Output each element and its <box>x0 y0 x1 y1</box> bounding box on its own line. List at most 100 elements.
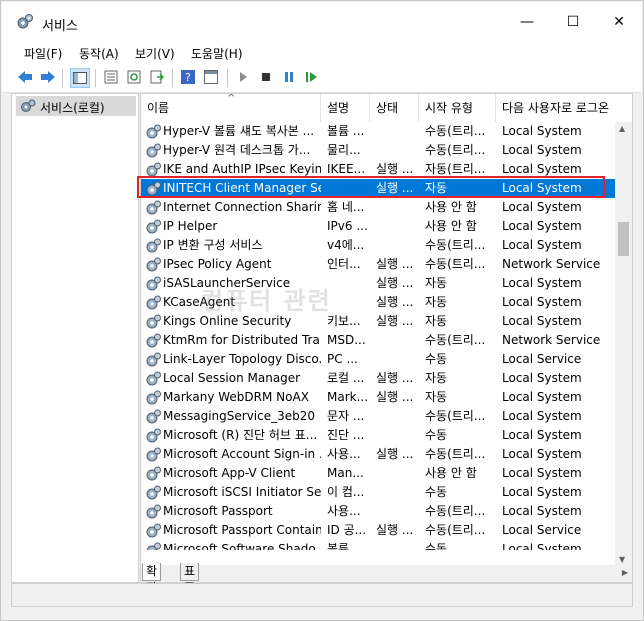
table-row[interactable]: Microsoft Software Shado... 볼륨 ... 수동 Local… <box>141 540 615 550</box>
tab-standard[interactable]: 표준 <box>180 563 200 595</box>
table-row[interactable]: Microsoft iSCSI Initiator Se... 이 컴... 수동 L… <box>141 483 615 502</box>
vertical-scrollbar[interactable]: ▲ ▼ <box>615 122 632 566</box>
service-startup-type: 수동(트리... <box>425 143 486 157</box>
pause-icon[interactable] <box>280 68 298 86</box>
console-icon[interactable] <box>202 68 220 86</box>
table-row[interactable]: Microsoft (R) 진단 허브 표... 진단 ... 수동 Local Sy… <box>141 426 615 445</box>
service-name: Internet Connection Sharin... <box>163 200 321 214</box>
service-startup-type: 수동 <box>425 352 448 366</box>
service-gear-icon <box>146 238 161 253</box>
scroll-up-icon[interactable]: ▲ <box>619 124 625 133</box>
menu-help[interactable]: 도움말(H) <box>191 45 243 62</box>
table-row[interactable]: Markany WebDRM NoAX Mark... 실행 ... 자동 Local … <box>141 388 615 407</box>
service-log-on-as: Local System <box>502 504 582 518</box>
service-startup-type: 수동(트리... <box>425 124 486 138</box>
table-row[interactable]: Microsoft Passport Container ID 공... 실행 ..… <box>141 521 615 540</box>
service-status: 실행 ... <box>376 447 414 461</box>
service-log-on-as: Network Service <box>502 333 601 347</box>
table-row[interactable]: Microsoft Account Sign-in ... 사용... 실행 ...… <box>141 445 615 464</box>
tree-item-services-local[interactable]: 서비스(로컬) <box>16 96 136 116</box>
menu-action[interactable]: 동작(A) <box>79 45 119 62</box>
properties-icon[interactable] <box>102 68 120 86</box>
table-row[interactable]: Hyper-V 볼륨 섀도 복사본 ... 볼륨 ... 수동(트리... Local… <box>141 122 615 141</box>
service-startup-type: 수동(트리... <box>425 238 486 252</box>
service-status <box>376 426 420 445</box>
table-row[interactable]: Microsoft Passport 사용... 수동(트리... Local Sys… <box>141 502 615 521</box>
table-row[interactable]: Hyper-V 원격 데스크톱 가... 물리... 수동(트리... Local S… <box>141 141 615 160</box>
sort-ascending-icon: ^ <box>227 94 236 104</box>
horizontal-scrollbar[interactable]: ◀ ▶ <box>141 565 632 582</box>
service-description: 진단 ... <box>327 428 365 442</box>
stop-icon[interactable] <box>257 68 275 86</box>
service-description: 홈 네... <box>327 200 365 214</box>
service-startup-type: 수동(트리... <box>425 333 486 347</box>
service-startup-type: 자동 <box>425 295 448 309</box>
service-log-on-as: Local System <box>502 276 582 290</box>
service-gear-icon <box>146 485 161 500</box>
menu-file[interactable]: 파일(F) <box>24 45 62 62</box>
table-row[interactable]: Microsoft App-V Client Man... 사용 안 함 Local … <box>141 464 615 483</box>
column-header-startup-type[interactable]: 시작 유형 <box>419 94 496 122</box>
help-icon[interactable]: ? <box>179 68 197 86</box>
table-row[interactable]: Internet Connection Sharin... 홈 네... 사용 안 … <box>141 198 615 217</box>
service-log-on-as: Local System <box>502 447 582 461</box>
scroll-down-icon[interactable]: ▼ <box>619 555 625 564</box>
service-startup-type: 자동 <box>425 371 448 385</box>
service-status <box>376 217 420 236</box>
service-startup-type: 수동(트리... <box>425 257 486 271</box>
service-name: Microsoft Passport <box>163 504 273 518</box>
service-startup-type: 자동 <box>425 276 448 290</box>
column-header-status[interactable]: 상태 <box>370 94 419 122</box>
service-name: Link-Layer Topology Disco... <box>163 352 321 366</box>
restart-icon[interactable] <box>303 68 321 86</box>
service-log-on-as: Local System <box>502 466 582 480</box>
service-description: 물리... <box>327 143 361 157</box>
scroll-right-icon[interactable]: ▶ <box>622 568 628 577</box>
vertical-scroll-thumb[interactable] <box>618 222 629 256</box>
maximize-button[interactable]: ☐ <box>550 2 596 42</box>
service-status <box>376 540 420 550</box>
menu-view[interactable]: 보기(V) <box>135 45 175 62</box>
service-gear-icon <box>146 542 161 550</box>
service-status: 실행 ... <box>376 295 414 309</box>
table-row[interactable]: IP 변환 구성 서비스 v4에... 수동(트리... Local System <box>141 236 615 255</box>
service-gear-icon <box>146 352 161 367</box>
table-row[interactable]: IPsec Policy Agent 인터... 실행 ... 수동(트리... Net… <box>141 255 615 274</box>
service-log-on-as: Local System <box>502 371 582 385</box>
column-header-name[interactable]: 이름 ^ <box>141 94 321 122</box>
service-startup-type: 수동 <box>425 542 448 550</box>
service-gear-icon <box>146 314 161 329</box>
title-bar: 서비스 — ☐ ✕ <box>2 2 642 42</box>
service-log-on-as: Local System <box>502 409 582 423</box>
export-icon[interactable] <box>148 68 166 86</box>
service-gear-icon <box>146 219 161 234</box>
service-startup-type: 사용 안 함 <box>425 200 477 214</box>
refresh-icon[interactable] <box>125 68 143 86</box>
service-status: 실행 ... <box>376 257 414 271</box>
table-row[interactable]: Link-Layer Topology Disco... PC ... 수동 Loca… <box>141 350 615 369</box>
service-description: IPv6 ... <box>327 219 368 233</box>
table-row[interactable]: MessagingService_3eb20 문자 ... 수동(트리... Loca… <box>141 407 615 426</box>
table-row[interactable]: Local Session Manager 로컬 ... 실행 ... 자동 Local… <box>141 369 615 388</box>
service-description: v4에... <box>327 238 365 252</box>
table-row[interactable]: KtmRm for Distributed Tra... MSD... 수동(트리.… <box>141 331 615 350</box>
start-icon[interactable] <box>234 68 252 86</box>
service-log-on-as: Local System <box>502 124 582 138</box>
service-status: 실행 ... <box>376 523 414 537</box>
minimize-button[interactable]: — <box>504 2 550 42</box>
column-header-log-on-as[interactable]: 다음 사용자로 로그온 <box>496 94 615 122</box>
service-description: 문자 ... <box>327 409 365 423</box>
service-startup-type: 사용 안 함 <box>425 219 477 233</box>
service-gear-icon <box>146 124 161 139</box>
watermark-text: 컴퓨터 관련 <box>201 287 332 315</box>
tab-extended[interactable]: 확장 <box>142 563 162 595</box>
service-startup-type: 수동(트리... <box>425 447 486 461</box>
back-arrow-icon[interactable] <box>16 68 34 86</box>
show-tree-icon[interactable] <box>70 68 90 88</box>
service-name: Hyper-V 원격 데스크톱 가... <box>163 143 311 157</box>
service-startup-type: 사용 안 함 <box>425 466 477 480</box>
column-header-description[interactable]: 설명 <box>321 94 370 122</box>
forward-arrow-icon[interactable] <box>39 68 57 86</box>
close-button[interactable]: ✕ <box>596 2 642 42</box>
table-row[interactable]: IP Helper IPv6 ... 사용 안 함 Local System <box>141 217 615 236</box>
